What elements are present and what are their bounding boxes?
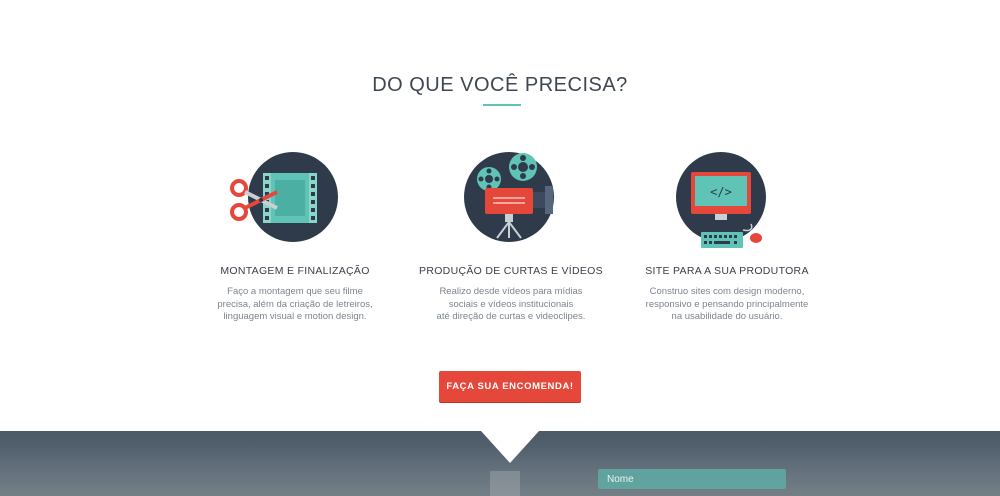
service-card-website: </> SITE PARA A SUA PRODUTORA Construo s… [617, 150, 837, 322]
service-title: PRODUÇÃO DE CURTAS E VÍDEOS [419, 265, 603, 277]
section-title: DO QUE VOCÊ PRECISA? [372, 74, 628, 96]
service-description: Faço a montagem que seu filme precisa, a… [217, 286, 373, 322]
title-underline [483, 104, 521, 106]
service-card-editing: MONTAGEM E FINALIZAÇÃO Faço a montagem q… [185, 150, 405, 322]
film-projector-icon [401, 150, 621, 250]
background-road [490, 471, 520, 496]
service-title: SITE PARA A SUA PRODUTORA [645, 265, 809, 277]
section-pointer-arrow [481, 431, 539, 463]
film-editing-icon [185, 150, 405, 250]
name-input[interactable] [598, 469, 786, 489]
service-description: Construo sites com design moderno, respo… [645, 286, 809, 322]
order-button[interactable]: FAÇA SUA ENCOMENDA! [439, 371, 581, 402]
computer-code-icon: </> [617, 150, 837, 250]
service-card-production: PRODUÇÃO DE CURTAS E VÍDEOS Realizo desd… [401, 150, 621, 322]
service-title: MONTAGEM E FINALIZAÇÃO [220, 265, 370, 277]
svg-text:</>: </> [710, 185, 732, 199]
service-description: Realizo desde vídeos para mídias sociais… [436, 286, 586, 322]
